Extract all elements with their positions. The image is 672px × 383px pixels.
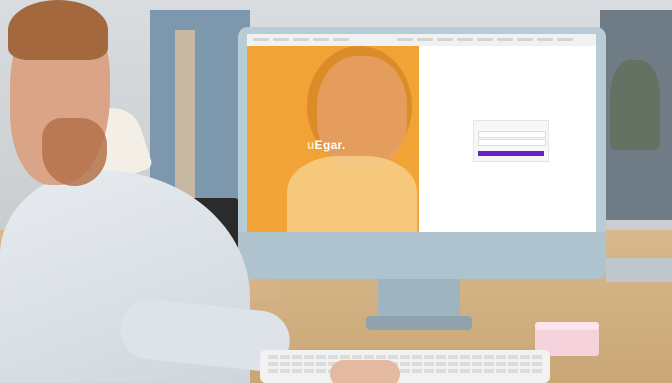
photo-body [287, 156, 417, 232]
login-card [473, 120, 549, 162]
logo-letter: u [307, 138, 315, 152]
monitor-stand [378, 279, 460, 321]
bookmark-item[interactable] [457, 38, 473, 41]
monitor-chin [238, 232, 606, 279]
keyboard-keys [268, 369, 542, 373]
bookmark-item[interactable] [477, 38, 493, 41]
password-field[interactable] [478, 139, 546, 146]
background-shelf [175, 30, 195, 205]
uegar-logo: uEgar. [307, 138, 346, 152]
username-field[interactable] [478, 131, 546, 138]
logo-wordmark: Egar. [314, 138, 346, 152]
keyboard-keys [268, 355, 542, 359]
browser-tab[interactable] [313, 38, 329, 41]
browser-tab[interactable] [293, 38, 309, 41]
background-plant [610, 60, 660, 150]
office-photo: uEgar. [0, 0, 672, 383]
bookmark-item[interactable] [437, 38, 453, 41]
person-hair [8, 0, 108, 60]
tablet [606, 258, 672, 282]
login-panel [419, 46, 596, 232]
bookmark-item[interactable] [397, 38, 413, 41]
bookmark-item[interactable] [517, 38, 533, 41]
keyboard-keys [268, 362, 542, 366]
bookmark-item[interactable] [497, 38, 513, 41]
person-hand [330, 360, 400, 383]
monitor-stand-foot [366, 316, 472, 330]
person-beard [42, 118, 107, 186]
background-window [150, 10, 250, 210]
bookmark-item[interactable] [557, 38, 573, 41]
browser-tab[interactable] [333, 38, 349, 41]
sticky-notes-top [535, 322, 599, 330]
hero-image-panel: uEgar. [247, 46, 419, 232]
monitor-screen: uEgar. [247, 34, 596, 232]
bookmark-item[interactable] [537, 38, 553, 41]
browser-tab[interactable] [273, 38, 289, 41]
bookmark-item[interactable] [417, 38, 433, 41]
login-button[interactable] [478, 151, 544, 156]
browser-tab[interactable] [253, 38, 269, 41]
